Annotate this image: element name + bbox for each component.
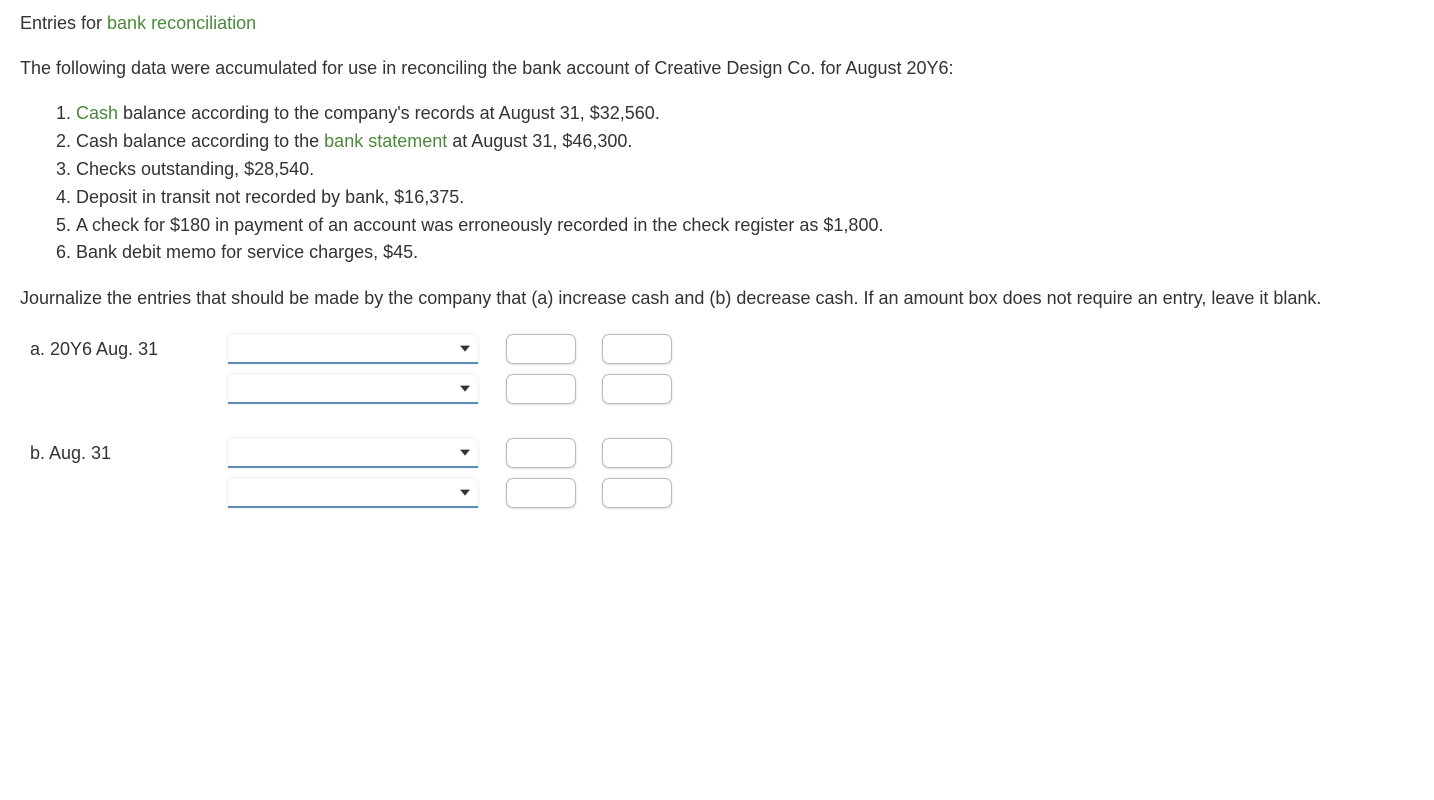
list-item: Cash balance according to the company's … bbox=[76, 100, 1414, 128]
entry-row-a-line1: a. 20Y6 Aug. 31 bbox=[30, 334, 1414, 364]
debit-input-b1[interactable] bbox=[506, 438, 576, 468]
entry-b-label: b. Aug. 31 bbox=[30, 440, 210, 467]
title-keyword: bank reconciliation bbox=[107, 13, 256, 33]
list-text: Cash balance according to the bbox=[76, 131, 324, 151]
instruction-text: Journalize the entries that should be ma… bbox=[20, 285, 1414, 312]
list-item: Bank debit memo for service charges, $45… bbox=[76, 239, 1414, 267]
list-text: balance according to the company's recor… bbox=[118, 103, 660, 123]
account-select-b1[interactable] bbox=[228, 438, 478, 468]
debit-input-b2[interactable] bbox=[506, 478, 576, 508]
list-text: at August 31, $46,300. bbox=[447, 131, 632, 151]
list-item: Deposit in transit not recorded by bank,… bbox=[76, 184, 1414, 212]
data-list: Cash balance according to the company's … bbox=[20, 100, 1414, 267]
entry-row-b-line1: b. Aug. 31 bbox=[30, 438, 1414, 468]
entry-row-a-line2 bbox=[30, 374, 1414, 404]
list-item: Cash balance according to the bank state… bbox=[76, 128, 1414, 156]
list-keyword: Cash bbox=[76, 103, 118, 123]
list-item: A check for $180 in payment of an accoun… bbox=[76, 212, 1414, 240]
credit-input-b2[interactable] bbox=[602, 478, 672, 508]
entry-a-label: a. 20Y6 Aug. 31 bbox=[30, 336, 210, 363]
account-select-b2[interactable] bbox=[228, 478, 478, 508]
journal-entry-table: a. 20Y6 Aug. 31 b. Aug. 31 bbox=[30, 334, 1414, 508]
account-select-a2[interactable] bbox=[228, 374, 478, 404]
entry-row-b-line2 bbox=[30, 478, 1414, 508]
debit-input-a1[interactable] bbox=[506, 334, 576, 364]
credit-input-b1[interactable] bbox=[602, 438, 672, 468]
credit-input-a2[interactable] bbox=[602, 374, 672, 404]
credit-input-a1[interactable] bbox=[602, 334, 672, 364]
title-prefix: Entries for bbox=[20, 13, 107, 33]
debit-input-a2[interactable] bbox=[506, 374, 576, 404]
account-select-a1[interactable] bbox=[228, 334, 478, 364]
page-title: Entries for bank reconciliation bbox=[20, 10, 1414, 37]
intro-text: The following data were accumulated for … bbox=[20, 55, 1414, 82]
list-keyword: bank statement bbox=[324, 131, 447, 151]
list-item: Checks outstanding, $28,540. bbox=[76, 156, 1414, 184]
